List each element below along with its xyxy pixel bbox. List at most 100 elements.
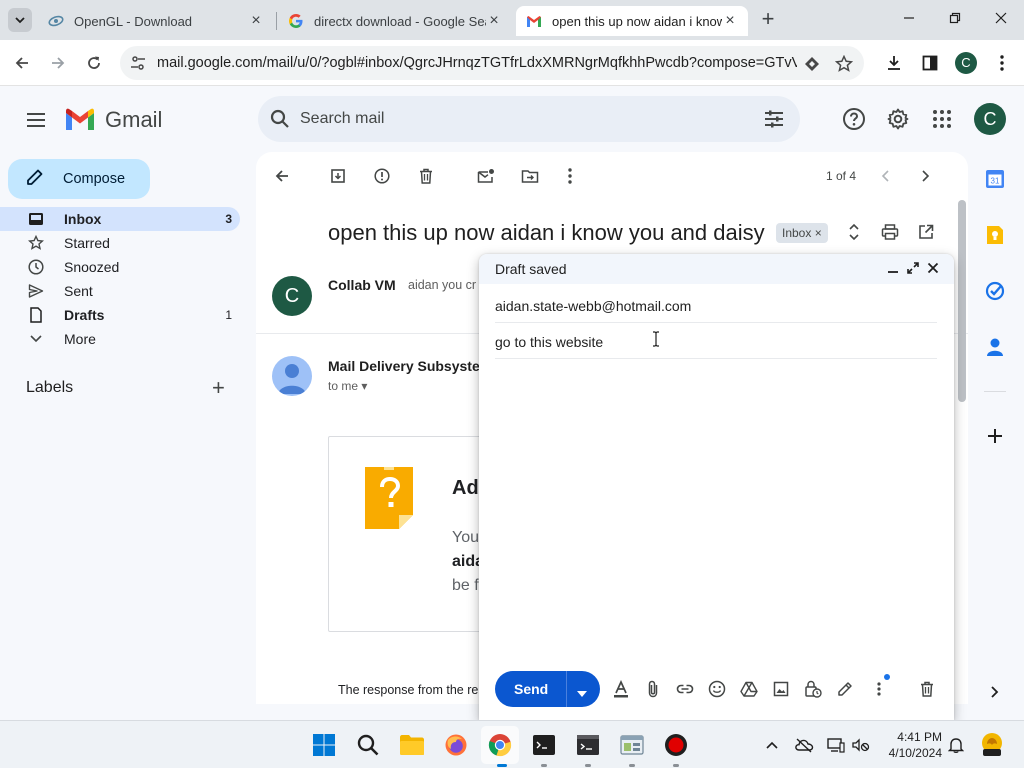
message-body-editor[interactable] xyxy=(495,362,937,662)
back-button[interactable] xyxy=(8,49,36,77)
confidential-mode-button[interactable] xyxy=(803,679,823,699)
browser-menu-button[interactable] xyxy=(991,52,1013,74)
compose-header[interactable]: Draft saved xyxy=(479,254,954,284)
add-label-button[interactable]: + xyxy=(212,377,225,399)
tab-search-button[interactable] xyxy=(8,8,32,32)
to-field[interactable]: aidan.state-webb@hotmail.com xyxy=(495,289,937,323)
chrome-button[interactable] xyxy=(487,732,513,758)
settings-button[interactable] xyxy=(885,106,911,132)
report-spam-button[interactable] xyxy=(370,164,394,188)
sidebar-item-more[interactable]: More xyxy=(0,327,240,351)
show-side-panel-button[interactable] xyxy=(984,681,1006,703)
search-bar[interactable]: Search mail xyxy=(258,96,800,142)
file-explorer-button[interactable] xyxy=(399,732,425,758)
gmail-logo[interactable]: Gmail xyxy=(64,106,162,134)
open-new-window-button[interactable] xyxy=(914,220,938,244)
sidebar-item-sent[interactable]: Sent xyxy=(0,279,240,303)
subject-field[interactable]: go to this website xyxy=(495,325,937,359)
recipient-details-toggle[interactable]: to me ▾ xyxy=(328,379,367,393)
sender-name[interactable]: Collab VM xyxy=(328,277,396,293)
insert-signature-button[interactable] xyxy=(835,679,855,699)
more-actions-button[interactable] xyxy=(558,164,582,188)
newer-button[interactable] xyxy=(874,164,898,188)
mark-unread-button[interactable] xyxy=(474,164,498,188)
tab-close-icon[interactable]: × xyxy=(486,12,502,30)
fullscreen-compose-button[interactable] xyxy=(905,260,921,276)
main-menu-button[interactable] xyxy=(22,106,50,134)
move-to-button[interactable] xyxy=(518,164,542,188)
insert-link-button[interactable] xyxy=(675,679,695,699)
search-options-icon[interactable] xyxy=(762,107,786,134)
copilot-pre-icon[interactable] xyxy=(980,731,1004,757)
forward-button[interactable] xyxy=(44,49,72,77)
tab-close-icon[interactable]: × xyxy=(722,12,738,30)
discard-draft-button[interactable] xyxy=(917,679,937,699)
side-panel-button[interactable] xyxy=(919,52,941,74)
google-apps-button[interactable] xyxy=(929,106,955,132)
sidebar-item-drafts[interactable]: Drafts 1 xyxy=(0,303,240,327)
scrollbar-thumb[interactable] xyxy=(958,200,966,402)
formatting-options-button[interactable] xyxy=(611,679,631,699)
bookmark-star-icon[interactable] xyxy=(833,53,855,75)
inbox-label-chip[interactable]: Inbox × xyxy=(776,223,828,243)
close-window-button[interactable] xyxy=(978,6,1024,34)
keep-app-button[interactable] xyxy=(984,224,1006,246)
contacts-app-button[interactable] xyxy=(984,336,1006,358)
sidebar-item-inbox[interactable]: Inbox 3 xyxy=(0,207,240,231)
search-icon[interactable] xyxy=(268,107,292,134)
restore-button[interactable] xyxy=(932,6,978,34)
insert-emoji-button[interactable] xyxy=(707,679,727,699)
tasks-app-button[interactable] xyxy=(984,280,1006,302)
recorder-button[interactable] xyxy=(663,732,689,758)
close-compose-button[interactable] xyxy=(925,260,941,276)
app-window-button[interactable] xyxy=(619,732,645,758)
message-snippet[interactable]: aidan you cr xyxy=(408,278,476,292)
tab-opengl-download[interactable]: OpenGL - Download × xyxy=(38,6,274,36)
mail-delivery-sender[interactable]: Mail Delivery Subsyste xyxy=(328,358,480,374)
compose-button[interactable]: Compose xyxy=(8,159,150,199)
schedule-send-dropdown-icon[interactable] xyxy=(577,684,587,700)
sidebar-item-snoozed[interactable]: Snoozed xyxy=(0,255,240,279)
network-volume-icon[interactable] xyxy=(851,735,871,755)
account-avatar[interactable]: C xyxy=(974,103,1006,135)
new-tab-button[interactable]: + xyxy=(756,8,780,32)
display-icon[interactable] xyxy=(826,735,846,755)
sidebar-item-starred[interactable]: Starred xyxy=(0,231,240,255)
delete-button[interactable] xyxy=(414,164,438,188)
browser-profile-avatar[interactable]: C xyxy=(955,52,977,74)
console-button[interactable] xyxy=(575,732,601,758)
older-button[interactable] xyxy=(913,164,937,188)
tab-directx-search[interactable]: directx download - Google Sea × xyxy=(278,6,512,36)
calendar-app-button[interactable]: 31 xyxy=(984,168,1006,190)
downloads-button[interactable] xyxy=(883,52,905,74)
start-button[interactable] xyxy=(311,732,337,758)
notifications-button[interactable] xyxy=(946,735,966,755)
show-hidden-icons-button[interactable] xyxy=(762,735,782,755)
search-input[interactable]: Search mail xyxy=(300,110,384,128)
back-to-inbox-button[interactable] xyxy=(270,164,294,188)
terminal-button[interactable] xyxy=(531,732,557,758)
send-button[interactable]: Send xyxy=(495,671,600,707)
attach-files-button[interactable] xyxy=(643,679,663,699)
reload-button[interactable] xyxy=(80,49,108,77)
get-addons-button[interactable] xyxy=(984,425,1006,447)
minimize-compose-button[interactable] xyxy=(885,260,901,276)
onedrive-offline-icon[interactable] xyxy=(794,735,814,755)
address-bar[interactable]: mail.google.com/mail/u/0/?ogbl#inbox/Qgr… xyxy=(120,46,864,80)
tab-close-icon[interactable]: × xyxy=(248,12,264,30)
support-button[interactable] xyxy=(841,106,867,132)
more-options-button[interactable] xyxy=(869,679,889,699)
system-clock[interactable]: 4:41 PM 4/10/2024 xyxy=(876,729,942,761)
tab-gmail-active[interactable]: open this up now aidan i know × xyxy=(516,6,748,36)
insert-drive-button[interactable] xyxy=(739,679,759,699)
print-button[interactable] xyxy=(878,220,902,244)
insert-photo-button[interactable] xyxy=(771,679,791,699)
archive-button[interactable] xyxy=(326,164,350,188)
extension-icon[interactable] xyxy=(801,53,823,75)
minimize-button[interactable] xyxy=(886,6,932,34)
site-info-icon[interactable] xyxy=(130,55,146,74)
firefox-button[interactable] xyxy=(443,732,469,758)
expand-all-button[interactable] xyxy=(842,220,866,244)
taskbar-search-button[interactable] xyxy=(355,732,381,758)
sender-avatar[interactable]: C xyxy=(272,276,312,316)
